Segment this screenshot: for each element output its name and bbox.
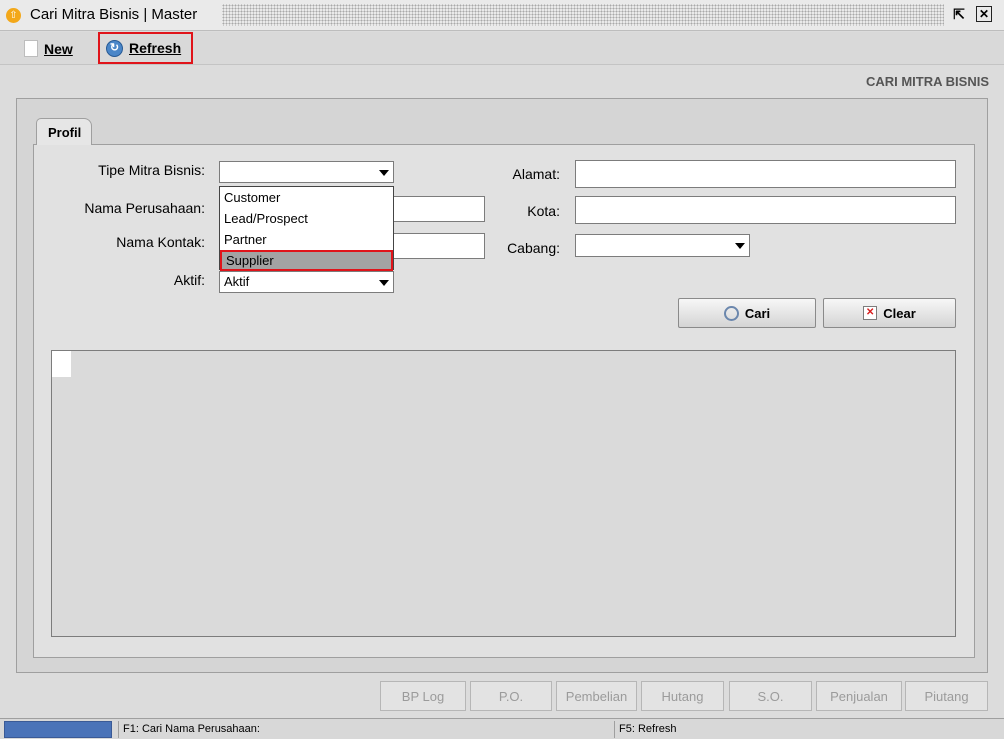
new-button-label: New xyxy=(44,40,73,57)
po-button[interactable]: P.O. xyxy=(470,681,552,711)
chevron-down-icon xyxy=(735,243,745,249)
clear-button[interactable]: ✕ Clear xyxy=(823,298,956,328)
chevron-down-icon xyxy=(379,280,389,286)
section-title: CARI MITRA BISNIS xyxy=(865,74,989,89)
status-indicator xyxy=(4,721,112,738)
close-window-icon[interactable]: ✕ xyxy=(976,6,992,22)
refresh-button[interactable]: ↻ Refresh xyxy=(98,32,193,64)
cari-button[interactable]: Cari xyxy=(678,298,816,328)
app-icon: ⇧ xyxy=(6,8,21,23)
alamat-input[interactable] xyxy=(575,160,956,188)
tab-profil[interactable]: Profil xyxy=(36,118,92,145)
refresh-icon: ↻ xyxy=(106,39,123,57)
cabang-label: Cabang: xyxy=(507,240,560,256)
hutang-button[interactable]: Hutang xyxy=(641,681,724,711)
kota-input[interactable] xyxy=(575,196,956,224)
bp-log-button[interactable]: BP Log xyxy=(380,681,466,711)
new-document-icon xyxy=(24,40,38,57)
aktif-value: Aktif xyxy=(224,274,250,289)
title-drag-area[interactable] xyxy=(222,4,944,26)
search-icon xyxy=(723,305,739,321)
results-grid[interactable] xyxy=(51,350,956,637)
kota-label: Kota: xyxy=(527,203,560,219)
aktif-select[interactable]: Aktif xyxy=(219,271,394,293)
refresh-button-label: Refresh xyxy=(129,40,182,56)
status-f1: F1: Cari Nama Perusahaan: xyxy=(118,721,612,738)
window-title: Cari Mitra Bisnis | Master xyxy=(30,6,198,23)
new-button[interactable]: New xyxy=(24,36,73,61)
status-bar: F1: Cari Nama Perusahaan: F5: Refresh xyxy=(0,718,1004,739)
tipe-mitra-dropdown-list: Customer Lead/Prospect Partner Supplier xyxy=(219,186,394,271)
so-button[interactable]: S.O. xyxy=(729,681,812,711)
nama-kontak-label: Nama Kontak: xyxy=(116,234,205,250)
dropdown-option-customer[interactable]: Customer xyxy=(220,187,393,208)
restore-window-icon[interactable]: ⇱ xyxy=(950,5,968,23)
nama-perusahaan-label: Nama Perusahaan: xyxy=(84,200,205,216)
penjualan-button[interactable]: Penjualan xyxy=(816,681,902,711)
cari-button-label: Cari xyxy=(744,305,771,321)
tipe-mitra-label: Tipe Mitra Bisnis: xyxy=(98,162,205,178)
dropdown-option-lead-prospect[interactable]: Lead/Prospect xyxy=(220,208,393,229)
tipe-mitra-select[interactable] xyxy=(219,161,394,183)
clear-button-label: Clear xyxy=(883,305,916,321)
clear-icon: ✕ xyxy=(863,306,878,320)
status-f5: F5: Refresh xyxy=(614,721,1000,738)
dropdown-option-partner[interactable]: Partner xyxy=(220,229,393,250)
pembelian-button[interactable]: Pembelian xyxy=(556,681,637,711)
cabang-select[interactable] xyxy=(575,234,750,257)
toolbar: New ↻ Refresh xyxy=(0,32,1004,65)
results-header-cell xyxy=(52,351,71,377)
dropdown-option-supplier[interactable]: Supplier xyxy=(220,250,393,271)
window-title-bar: ⇧ Cari Mitra Bisnis | Master ⇱ ✕ xyxy=(0,0,1004,31)
aktif-label: Aktif: xyxy=(173,272,205,288)
alamat-label: Alamat: xyxy=(512,166,560,182)
chevron-down-icon xyxy=(379,170,389,176)
piutang-button[interactable]: Piutang xyxy=(905,681,988,711)
